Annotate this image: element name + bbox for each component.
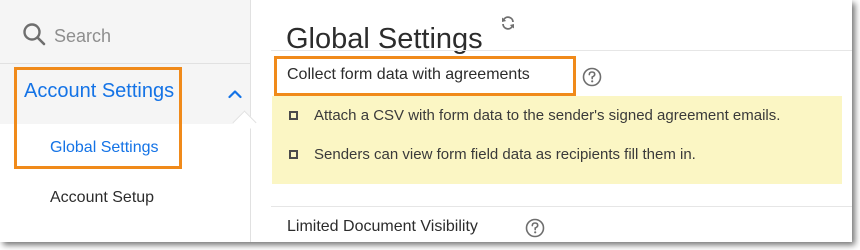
- search-input[interactable]: [54, 25, 174, 47]
- section-label-limited-document-visibility: Limited Document Visibility: [287, 218, 478, 235]
- form-data-options-panel: Attach a CSV with form data to the sende…: [272, 96, 842, 184]
- highlight-box-account-settings: [14, 67, 182, 169]
- view-form-data-checkbox[interactable]: [289, 150, 298, 159]
- option-row-view-form-data: Senders can view form field data as reci…: [289, 146, 696, 163]
- sidebar-item-account-setup[interactable]: Account Setup: [50, 189, 154, 207]
- view-form-data-label: Senders can view form field data as reci…: [314, 146, 696, 163]
- refresh-icon[interactable]: [500, 15, 516, 36]
- help-icon[interactable]: [582, 67, 602, 92]
- section-divider: [271, 50, 852, 51]
- chevron-up-icon[interactable]: [228, 86, 242, 104]
- page-title: Global Settings: [286, 23, 483, 56]
- search-icon: [22, 22, 46, 51]
- main-panel: Global Settings Collect form data with a…: [251, 0, 852, 242]
- highlight-box-collect-form-data: [274, 56, 576, 96]
- help-icon[interactable]: [525, 218, 545, 242]
- section-divider: [271, 206, 852, 207]
- search-box[interactable]: [22, 22, 174, 50]
- attach-csv-label: Attach a CSV with form data to the sende…: [314, 107, 781, 124]
- app-window: Account Settings Global Settings Account…: [0, 0, 852, 242]
- attach-csv-checkbox[interactable]: [289, 111, 298, 120]
- sidebar: Account Settings Global Settings Account…: [0, 0, 257, 242]
- option-row-attach-csv: Attach a CSV with form data to the sende…: [289, 107, 780, 124]
